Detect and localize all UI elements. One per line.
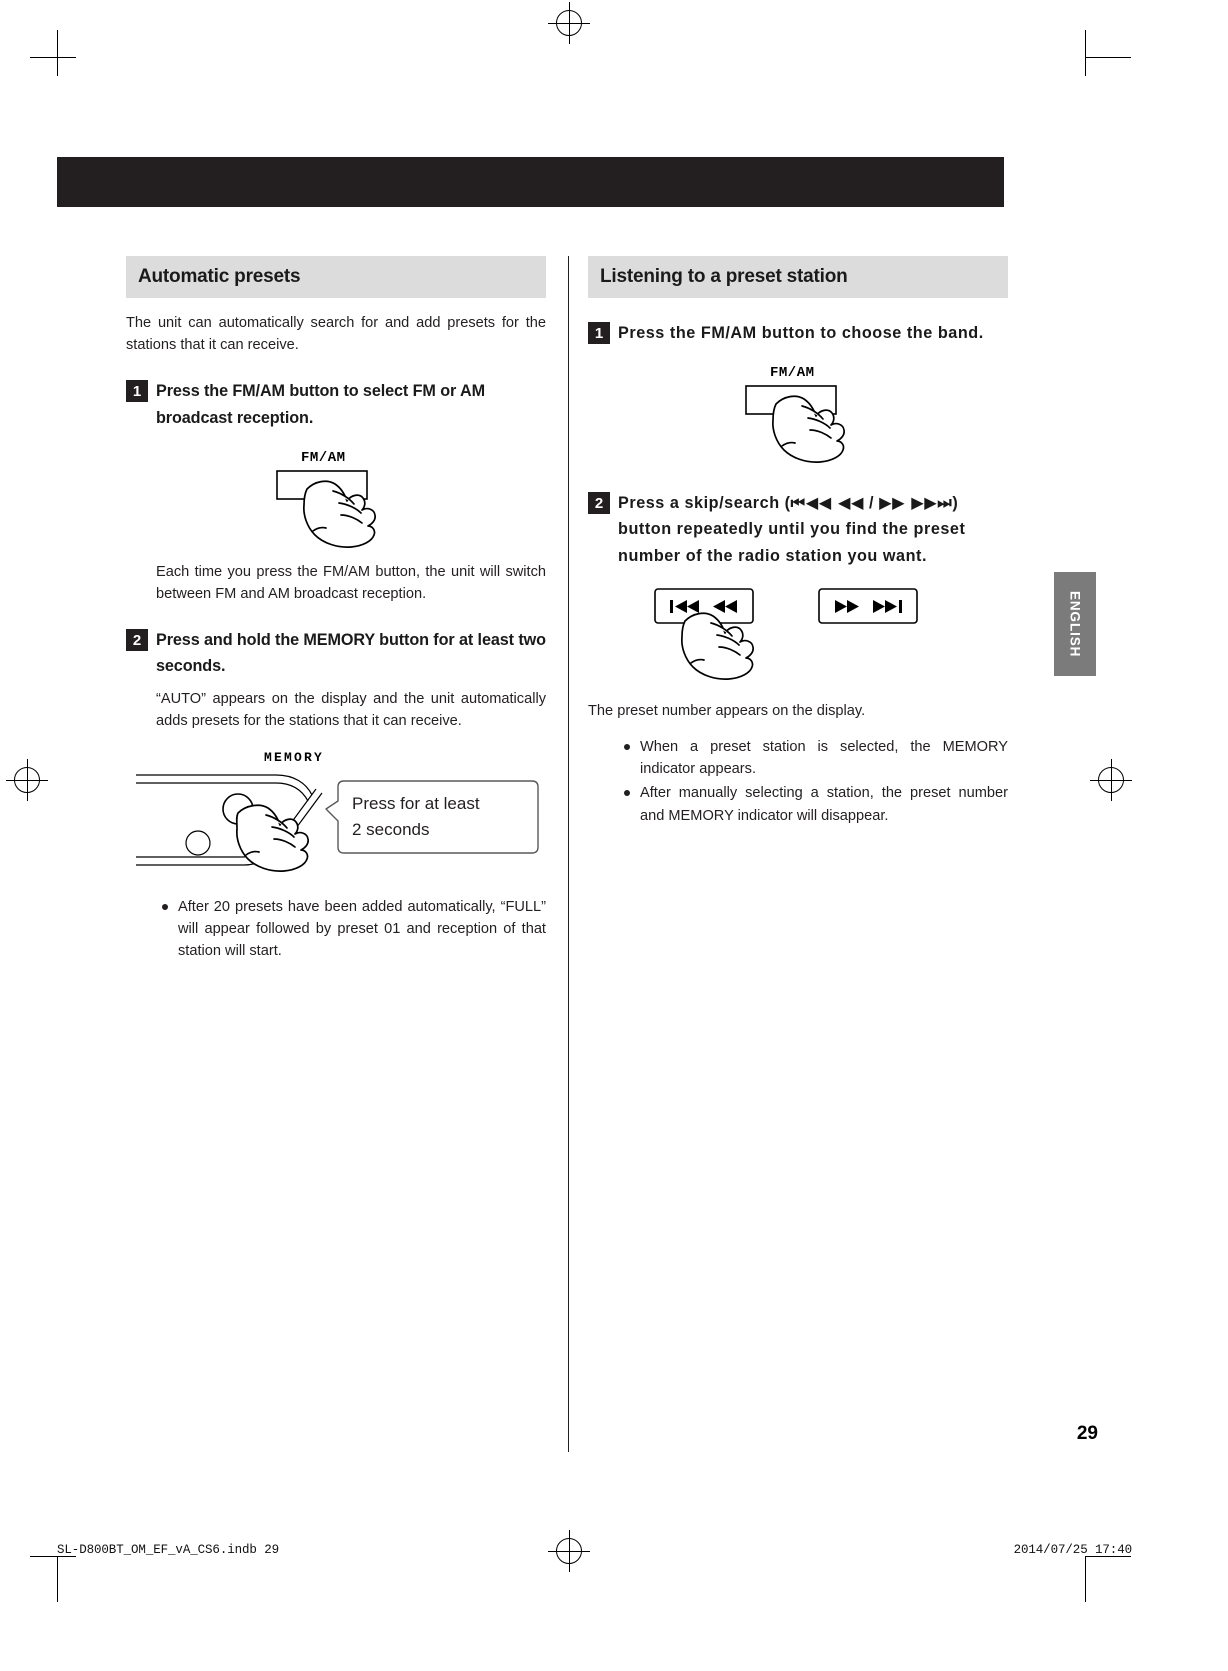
memory-button-diagram: MEMORY Press for at least 2 seconds (136, 750, 539, 872)
registration-mark-right (1090, 759, 1132, 801)
fmam-button-label: FM/AM (301, 450, 346, 466)
list-item: When a preset station is selected, the M… (618, 736, 1008, 780)
step-instruction: Press the FM/AM button to select FM or A… (156, 382, 485, 427)
fmam-button-label: FM/AM (770, 365, 815, 381)
pointing-hand-icon (772, 395, 845, 464)
step-instruction: Press and hold the MEMORY button for at … (156, 631, 546, 676)
secondary-round-button (185, 829, 211, 856)
illustration-fmam-button-right: FM/AM (588, 358, 1008, 468)
list-item: After 20 presets have been added automat… (156, 896, 546, 963)
registration-mark-left (6, 759, 48, 801)
registration-mark-bottom (548, 1530, 590, 1572)
section-heading-automatic-presets: Automatic presets (126, 256, 546, 298)
step-instruction: Press the FM/AM button to choose the ban… (618, 324, 984, 342)
page-number: 29 (1076, 1423, 1098, 1444)
footer-filename: SL-D800BT_OM_EF_vA_CS6.indb 29 (57, 1543, 280, 1557)
page-header-bar (57, 157, 1004, 207)
illustration-skip-search-buttons (588, 581, 1008, 686)
skip-back-glyphs (670, 599, 737, 613)
step-text-slash: / (863, 494, 880, 513)
step-1-note: Each time you press the FM/AM button, th… (156, 563, 546, 602)
section-heading-listening-preset: Listening to a preset station (588, 256, 1008, 298)
step-text-part-1: Press a skip/search ( (618, 494, 791, 513)
language-tab: ENGLISH (1054, 572, 1096, 676)
step-instruction: Press a skip/search (⏮◀◀ ◀◀ / ▶▶ ▶▶⏭) bu… (618, 490, 1008, 569)
memory-button-label: MEMORY (264, 750, 324, 765)
registration-mark-top (548, 2, 590, 44)
illustration-memory-button: MEMORY Press for at least 2 seconds (126, 747, 546, 882)
language-tab-label: ENGLISH (1067, 590, 1083, 658)
right-column: Listening to a preset station 1 Press th… (588, 256, 1008, 829)
column-divider (568, 256, 569, 1452)
section-heading-label: Listening to a preset station (600, 266, 848, 287)
section-heading-label: Automatic presets (138, 266, 301, 287)
skip-back-symbols: ⏮◀◀ ◀◀ (790, 493, 864, 513)
step-number-badge: 1 (126, 380, 148, 403)
step-1-left: 1 Press the FM/AM button to select FM or… (126, 378, 546, 430)
callout-line-2: 2 seconds (352, 820, 430, 839)
left-column: Automatic presets The unit can automatic… (126, 256, 546, 964)
step-number-badge: 1 (588, 322, 610, 344)
list-item: After manually selecting a station, the … (618, 782, 1008, 826)
callout-balloon (325, 779, 539, 854)
step-number-badge: 2 (126, 629, 148, 652)
left-bullet-list: After 20 presets have been added automat… (156, 896, 546, 963)
step-2-right: 2 Press a skip/search (⏮◀◀ ◀◀ / ▶▶ ▶▶⏭) … (588, 490, 1008, 569)
step-number-badge: 2 (588, 492, 610, 515)
skip-search-diagram (654, 588, 918, 680)
step-2-note: “AUTO” appears on the display and the un… (156, 690, 546, 729)
step-2-note: The preset number appears on the display… (588, 702, 866, 719)
pointing-hand-icon (303, 480, 376, 548)
skip-forward-glyphs (835, 599, 902, 613)
fmam-button-diagram: FM/AM (276, 450, 376, 548)
fmam-button-diagram: FM/AM (745, 365, 845, 464)
footer-timestamp: 2014/07/25 17:40 (1013, 1543, 1133, 1557)
intro-paragraph: The unit can automatically search for an… (126, 315, 546, 354)
skip-forward-symbols: ▶▶ ▶▶⏭ (879, 493, 953, 513)
step-1-right: 1 Press the FM/AM button to choose the b… (588, 320, 1008, 346)
right-bullet-list: When a preset station is selected, the M… (618, 736, 1008, 827)
skip-forward-button-shape[interactable] (818, 588, 918, 624)
step-2-left: 2 Press and hold the MEMORY button for a… (126, 627, 546, 679)
illustration-fmam-button-left: FM/AM (126, 443, 546, 553)
callout-line-1: Press for at least (352, 794, 480, 813)
